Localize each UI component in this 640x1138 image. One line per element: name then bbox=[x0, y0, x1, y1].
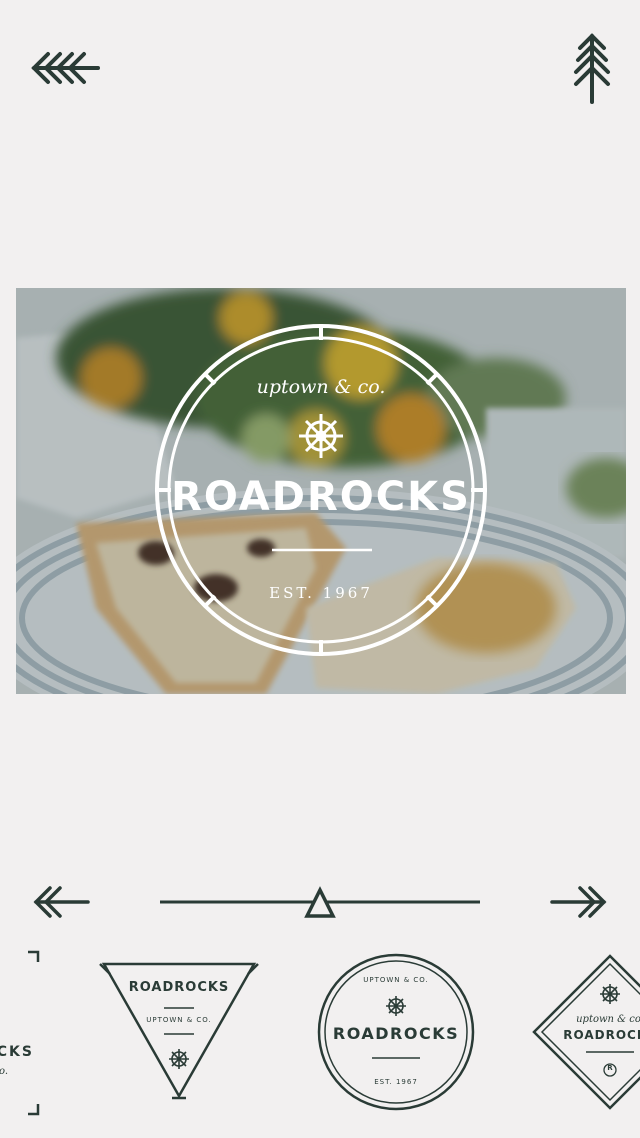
template-bottom-text: EST. 1967 bbox=[374, 1078, 418, 1086]
pine-tree-icon bbox=[574, 33, 610, 104]
template-item-diamond[interactable]: uptown & co. ROADROCKS R bbox=[532, 954, 640, 1112]
template-item-partial[interactable]: CKS co. bbox=[0, 948, 44, 1118]
ship-wheel-icon bbox=[299, 414, 343, 458]
double-chevron-arrow-right-icon bbox=[550, 886, 607, 918]
next-button[interactable] bbox=[546, 880, 610, 924]
template-subtitle: UPTOWN & CO. bbox=[146, 1016, 212, 1024]
feather-arrow-left-icon bbox=[31, 52, 100, 84]
template-title: CKS bbox=[0, 1044, 34, 1060]
registered-mark: R bbox=[607, 1064, 613, 1072]
tree-menu-button[interactable] bbox=[568, 30, 616, 108]
template-top-text: UPTOWN & CO. bbox=[363, 976, 429, 984]
badge-est: EST. 1967 bbox=[269, 584, 373, 602]
logo-badge[interactable]: uptown & co. ROADROCKS EST. 1967 bbox=[16, 288, 626, 694]
double-chevron-arrow-left-icon bbox=[33, 886, 90, 918]
badge-subtitle: uptown & co. bbox=[256, 376, 386, 398]
ship-wheel-icon bbox=[600, 984, 620, 1004]
back-button[interactable] bbox=[26, 40, 106, 96]
corner-brackets bbox=[28, 950, 40, 1116]
template-title: ROADROCKS bbox=[563, 1028, 640, 1042]
template-item-circle[interactable]: UPTOWN & CO. ROADROCKS EST. 1967 bbox=[316, 952, 476, 1112]
template-item-triangle[interactable]: ROADROCKS UPTOWN & CO. bbox=[96, 958, 262, 1104]
ship-wheel-icon bbox=[169, 1049, 189, 1069]
template-subtitle: uptown & co. bbox=[576, 1014, 640, 1025]
previous-button[interactable] bbox=[30, 880, 94, 924]
template-title: ROADROCKS bbox=[332, 1024, 460, 1043]
ship-wheel-icon bbox=[386, 996, 406, 1016]
template-subtitle: co. bbox=[0, 1066, 8, 1077]
template-title: ROADROCKS bbox=[128, 980, 230, 995]
adjustment-slider[interactable] bbox=[158, 880, 482, 924]
badge-title: ROADROCKS bbox=[171, 474, 471, 520]
photo-preview: uptown & co. ROADROCKS EST. 1967 bbox=[16, 288, 626, 694]
template-strip[interactable]: CKS co. ROADROCKS UPTOWN & CO. bbox=[0, 940, 640, 1138]
